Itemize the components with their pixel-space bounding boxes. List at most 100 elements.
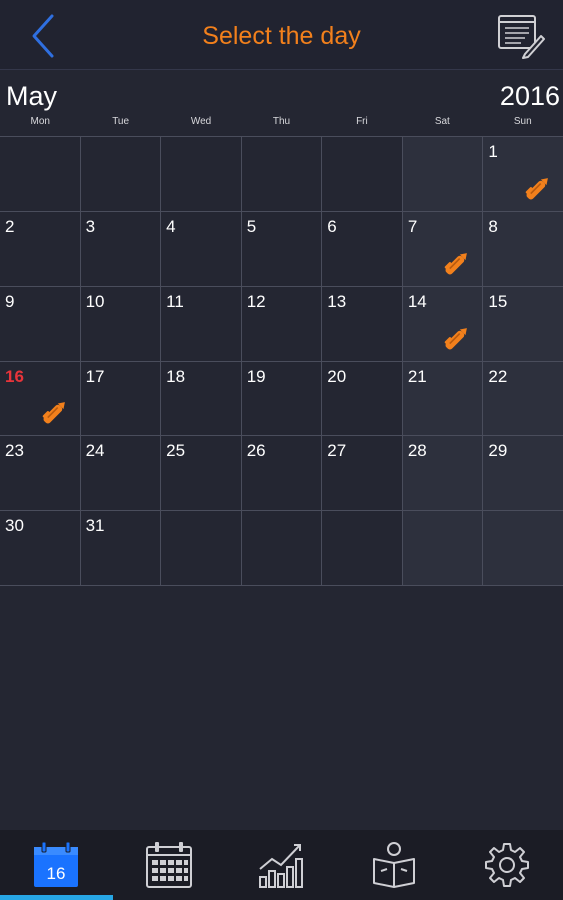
- calendar-day-cell[interactable]: 1: [483, 137, 563, 211]
- weekday-label: Fri: [356, 116, 368, 127]
- day-number: 31: [85, 516, 105, 536]
- note-pen-icon: [521, 171, 555, 205]
- calendar-day-cell[interactable]: 6: [322, 211, 402, 286]
- day-number: 21: [407, 366, 427, 386]
- calendar-day-cell[interactable]: 3: [80, 211, 161, 286]
- reading-person-icon: [373, 842, 416, 888]
- calendar-day-cell[interactable]: 16: [0, 361, 80, 436]
- day-number: 8: [488, 216, 498, 236]
- weekday-label: Wed: [190, 116, 212, 127]
- calendar-empty-cell: [161, 511, 241, 585]
- day-number: 17: [85, 366, 105, 386]
- calendar-day-cell[interactable]: 28: [402, 436, 483, 511]
- day-number: 19: [246, 366, 266, 386]
- weekday-label: Mon: [30, 116, 50, 127]
- tab-diary[interactable]: [338, 830, 451, 900]
- calendar-empty-cell: [161, 137, 241, 211]
- calendar-empty-cell: [402, 137, 483, 211]
- calendar-day-cell[interactable]: 31: [80, 511, 161, 585]
- day-number: 26: [246, 441, 266, 461]
- calendar-day-cell[interactable]: 13: [322, 286, 402, 361]
- day-number: 1: [488, 142, 498, 161]
- calendar-day-cell[interactable]: 5: [241, 211, 322, 286]
- tab-chart[interactable]: [225, 830, 338, 900]
- calendar-day-cell[interactable]: 23: [0, 436, 80, 511]
- day-number: 7: [407, 216, 418, 236]
- day-number: 29: [488, 441, 508, 461]
- month-label: May: [6, 81, 58, 111]
- day-number: 6: [327, 216, 337, 236]
- weekday-label: Thu: [272, 116, 291, 127]
- year-label: 2016: [499, 81, 560, 111]
- calendar-grid: 1 2 3 4 5 6 7 8 9 10 11 12 13 14 15 16 17 18 19 20 21 22 23 24 2…: [0, 136, 563, 586]
- day-number: 4: [166, 216, 176, 236]
- weekday-label: Tue: [112, 116, 130, 127]
- calendar-day-cell[interactable]: 27: [322, 436, 402, 511]
- tab-month[interactable]: [113, 830, 226, 900]
- day-number: 5: [246, 216, 257, 236]
- calendar-day-cell[interactable]: 2: [0, 211, 80, 286]
- calendar-day-cell[interactable]: 30: [0, 511, 80, 585]
- calendar-day-cell[interactable]: 25: [161, 436, 241, 511]
- calendar-day-cell[interactable]: 14: [402, 286, 483, 361]
- calendar-badge-number: 16: [47, 864, 66, 883]
- calendar-empty-cell: [402, 511, 483, 585]
- day-number: 22: [488, 366, 508, 386]
- calendar-day-cell[interactable]: 26: [241, 436, 322, 511]
- day-number: 30: [5, 516, 24, 536]
- calendar-day-cell[interactable]: 22: [483, 361, 563, 436]
- calendar-empty-cell: [0, 137, 80, 211]
- tab-settings[interactable]: [450, 830, 563, 900]
- day-number: 15: [488, 291, 508, 311]
- calendar-empty-cell: [322, 137, 402, 211]
- day-number: 12: [246, 291, 266, 311]
- day-number: 9: [5, 291, 15, 311]
- day-number: 10: [85, 291, 105, 311]
- notes-edit-icon: [498, 15, 545, 59]
- tab-day[interactable]: 16: [0, 830, 113, 900]
- calendar-day-cell[interactable]: 10: [80, 286, 161, 361]
- day-number: 16: [5, 366, 24, 386]
- gear-icon: [484, 843, 529, 887]
- calendar-empty-cell: [483, 511, 563, 585]
- calendar-day-cell[interactable]: 24: [80, 436, 161, 511]
- header-bar: Select the day: [0, 0, 563, 70]
- calendar-empty-cell: [80, 137, 161, 211]
- weekday-header: Mon Tue Wed Thu Fri Sat Sun: [0, 116, 563, 136]
- day-number: 20: [327, 366, 347, 386]
- month-year-row: May 2016: [0, 72, 563, 116]
- calendar-day-cell[interactable]: 7: [402, 211, 483, 286]
- calendar-day-cell[interactable]: 18: [161, 361, 241, 436]
- day-number: 25: [166, 441, 186, 461]
- calendar-day-cell[interactable]: 29: [483, 436, 563, 511]
- day-number: 18: [166, 366, 186, 386]
- calendar-day-cell[interactable]: 8: [483, 211, 563, 286]
- day-number: 28: [407, 441, 427, 461]
- note-pen-icon: [38, 395, 72, 429]
- calendar-empty-cell: [241, 511, 322, 585]
- note-pen-icon: [440, 246, 474, 280]
- day-number: 24: [85, 441, 105, 461]
- day-number: 14: [407, 291, 427, 311]
- calendar-day-cell[interactable]: 12: [241, 286, 322, 361]
- calendar-day-cell[interactable]: 19: [241, 361, 322, 436]
- calendar-day-cell[interactable]: 21: [402, 361, 483, 436]
- calendar-day-cell[interactable]: 20: [322, 361, 402, 436]
- day-number: 3: [85, 216, 96, 236]
- day-number: 23: [5, 441, 24, 461]
- calendar-day-cell[interactable]: 15: [483, 286, 563, 361]
- day-calendar-icon: 16: [34, 841, 79, 887]
- day-number: 13: [327, 291, 347, 311]
- page-title: Select the day: [202, 22, 361, 50]
- month-calendar-icon: [145, 842, 192, 888]
- notes-button[interactable]: [495, 10, 545, 60]
- day-number: 27: [327, 441, 347, 461]
- calendar-day-cell[interactable]: 4: [161, 211, 241, 286]
- calendar-day-cell[interactable]: 9: [0, 286, 80, 361]
- day-number: 11: [166, 291, 184, 311]
- day-number: 2: [5, 216, 15, 236]
- calendar-day-cell[interactable]: 11: [161, 286, 241, 361]
- calendar-day-cell[interactable]: 17: [80, 361, 161, 436]
- calendar-empty-cell: [322, 511, 402, 585]
- tab-bar: 16: [0, 830, 563, 900]
